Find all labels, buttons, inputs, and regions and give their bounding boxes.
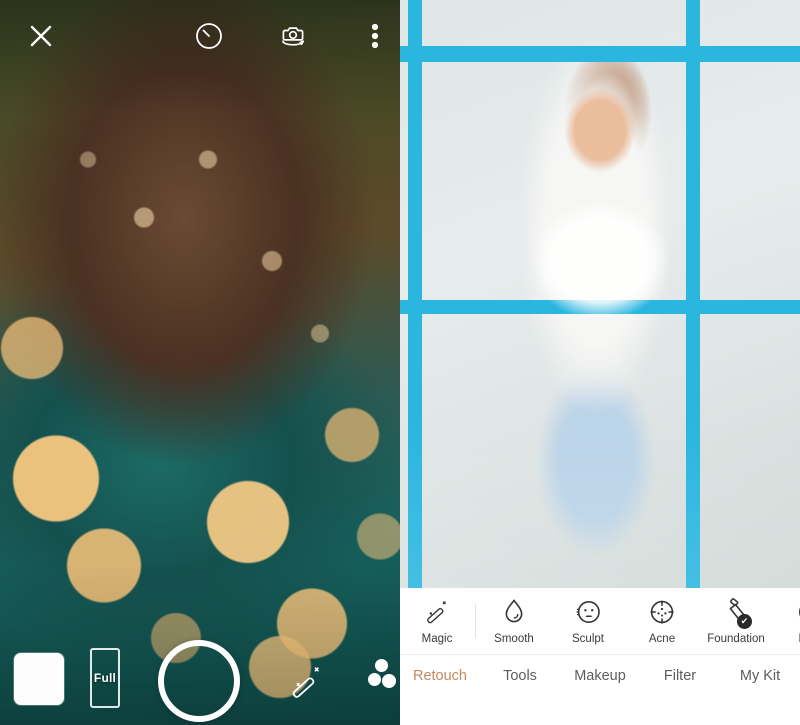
tool-label: Foundation <box>707 633 765 645</box>
close-icon <box>30 25 52 47</box>
camera-screen: Full <box>0 0 400 725</box>
flip-camera-icon <box>282 27 304 46</box>
bokeh-dot <box>382 674 396 688</box>
retouch-tool-strip: Magic Smooth Sculpt Acne ✔ Foundation <box>400 588 800 655</box>
editor-photo-preview[interactable] <box>400 0 800 592</box>
editor-screen: Magic Smooth Sculpt Acne ✔ Foundation Re… <box>400 0 800 725</box>
bokeh-dot <box>375 659 388 672</box>
shutter-button[interactable] <box>158 640 240 722</box>
tool-smooth[interactable]: Smooth <box>477 588 551 654</box>
tool-label: Magic <box>421 633 453 645</box>
tab-tools[interactable]: Tools <box>480 655 560 684</box>
face-sculpt-icon <box>574 597 602 627</box>
magic-wand-icon <box>292 667 319 698</box>
bokeh-dot <box>368 673 381 686</box>
tool-foundation[interactable]: ✔ Foundation <box>699 588 773 654</box>
camera-top-toolbar <box>0 0 400 72</box>
beautify-button[interactable] <box>284 661 330 701</box>
gallery-thumbnail-button[interactable] <box>14 653 64 705</box>
tool-label: Acne <box>648 633 676 645</box>
camera-viewfinder-preview <box>0 0 400 725</box>
tool-firm[interactable]: Firm <box>773 588 800 654</box>
camera-bottom-toolbar: Full <box>0 637 400 725</box>
acne-target-icon <box>648 597 676 627</box>
switch-camera-button[interactable] <box>270 13 316 59</box>
more-options-button[interactable] <box>358 13 392 59</box>
tab-retouch[interactable]: Retouch <box>400 655 480 684</box>
tool-magic[interactable]: Magic <box>400 588 474 654</box>
tab-filter[interactable]: Filter <box>640 655 720 684</box>
tool-divider <box>475 604 476 638</box>
app-root: Full Magic Smooth Sculpt Acne ✔ Foundati… <box>0 0 800 725</box>
more-vertical-icon <box>371 23 379 49</box>
aspect-ratio-label: Full <box>93 671 117 685</box>
aspect-ratio-button[interactable]: Full <box>90 648 120 708</box>
foundation-tube-icon: ✔ <box>723 597 752 629</box>
magic-wand-icon <box>424 597 450 627</box>
face-firm-icon <box>796 597 800 627</box>
tab-my-kit[interactable]: My Kit <box>720 655 800 684</box>
editor-tab-bar: Retouch Tools Makeup Filter My Kit <box>400 655 800 725</box>
applied-check-badge: ✔ <box>737 614 752 629</box>
tool-label: Smooth <box>494 633 534 645</box>
tool-sculpt[interactable]: Sculpt <box>551 588 625 654</box>
timer-icon <box>196 23 222 49</box>
tool-acne[interactable]: Acne <box>625 588 699 654</box>
tab-makeup[interactable]: Makeup <box>560 655 640 684</box>
close-button[interactable] <box>18 13 64 59</box>
droplet-icon <box>502 597 526 627</box>
bokeh-effect-button[interactable] <box>368 659 398 697</box>
tool-label: Sculpt <box>572 633 604 645</box>
timer-button[interactable] <box>186 13 232 59</box>
